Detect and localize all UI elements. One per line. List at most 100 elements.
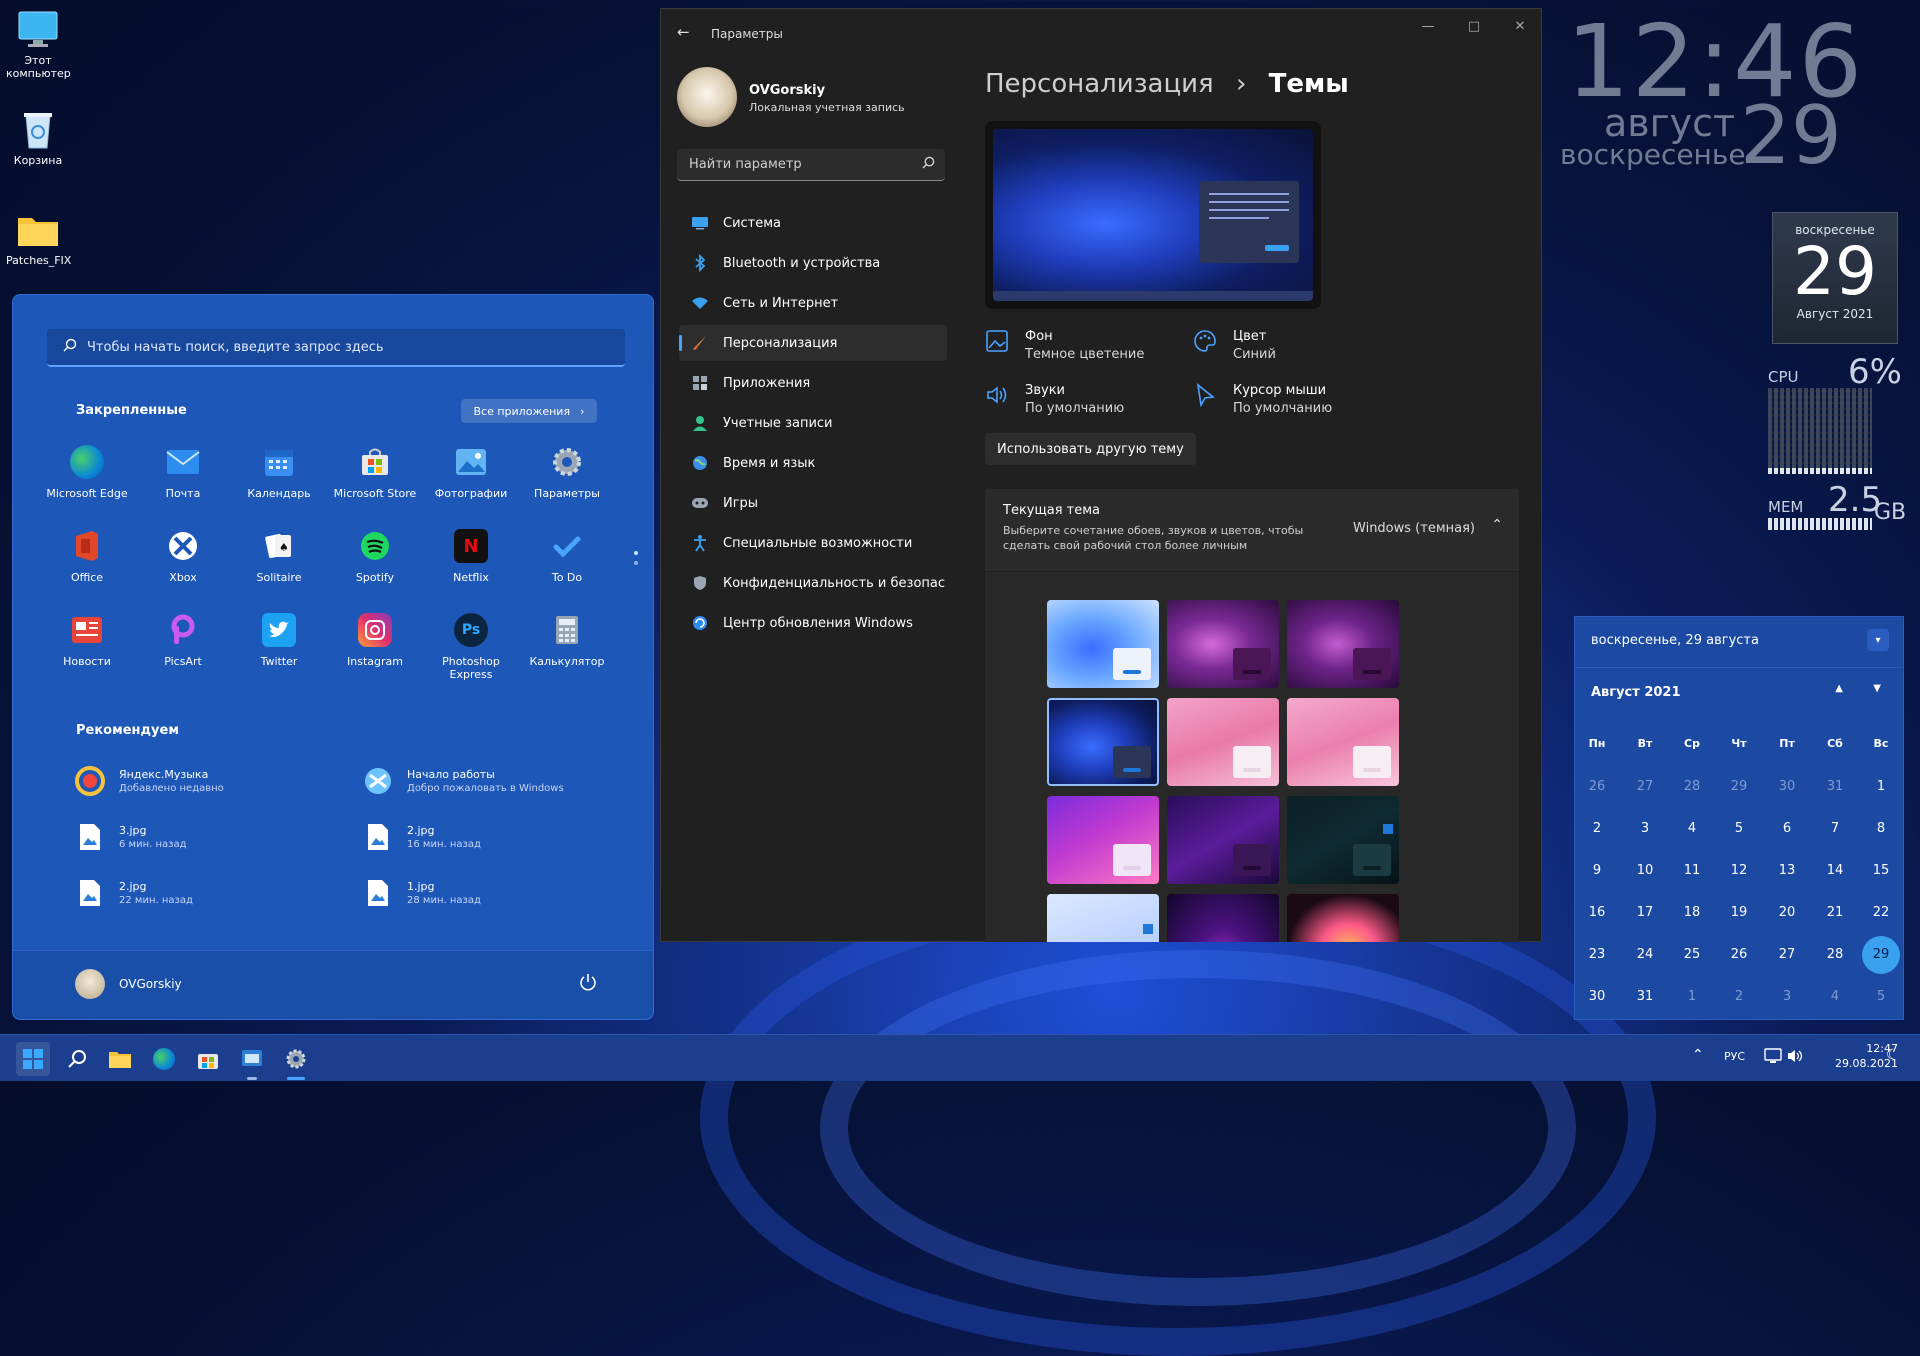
theme-tile[interactable] [1287, 698, 1399, 786]
pinned-app-mail[interactable]: Почта [135, 445, 231, 500]
pinned-app-calculator[interactable]: Калькулятор [519, 613, 615, 668]
theme-tile[interactable] [1167, 600, 1279, 688]
back-arrow-icon[interactable]: ← [677, 23, 690, 41]
pinned-app-store[interactable]: Microsoft Store [327, 445, 423, 500]
theme-tile[interactable] [1047, 600, 1159, 688]
calendar-day[interactable]: 24 [1625, 947, 1665, 962]
nav-item-apps[interactable]: Приложения [679, 365, 947, 401]
option-sounds[interactable]: Звуки По умолчанию [985, 383, 1124, 416]
use-other-theme-button[interactable]: Использовать другую тему [985, 433, 1196, 465]
pinned-app-calendar[interactable]: Календарь [231, 445, 327, 500]
calendar-day[interactable]: 11 [1672, 863, 1712, 878]
pinned-app-picsart[interactable]: PicsArt [135, 613, 231, 668]
calendar-day[interactable]: 9 [1577, 863, 1617, 878]
calendar-day[interactable]: 2 [1719, 989, 1759, 1004]
calendar-prev-button[interactable]: ▲ [1835, 683, 1843, 694]
recommended-item[interactable]: 3.jpg 6 мин. назад [75, 821, 335, 853]
theme-tile[interactable] [1287, 894, 1399, 942]
all-apps-button[interactable]: Все приложения › [461, 399, 597, 423]
calendar-day[interactable]: 16 [1577, 905, 1617, 920]
calendar-month[interactable]: Август 2021 [1591, 685, 1681, 700]
nav-item-time-language[interactable]: Время и язык [679, 445, 947, 481]
calendar-day[interactable]: 20 [1767, 905, 1807, 920]
theme-tile[interactable] [1047, 894, 1159, 942]
calendar-day[interactable]: 18 [1672, 905, 1712, 920]
option-background[interactable]: Фон Темное цветение [985, 329, 1144, 362]
taskbar-search-button[interactable] [60, 1042, 94, 1076]
pinned-app-xbox[interactable]: Xbox [135, 529, 231, 584]
pinned-app-photoshop[interactable]: Ps Photoshop Express [423, 613, 519, 681]
calendar-day[interactable]: 28 [1815, 947, 1855, 962]
calendar-day[interactable]: 27 [1767, 947, 1807, 962]
taskbar-explorer-button[interactable] [103, 1042, 137, 1076]
theme-tile[interactable] [1167, 698, 1279, 786]
calendar-day-today[interactable]: 29 [1862, 936, 1900, 974]
calendar-day[interactable]: 25 [1672, 947, 1712, 962]
pinned-app-instagram[interactable]: Instagram [327, 613, 423, 668]
pinned-app-office[interactable]: Office [39, 529, 135, 584]
calendar-day[interactable]: 31 [1815, 779, 1855, 794]
calendar-day[interactable]: 4 [1815, 989, 1855, 1004]
power-icon[interactable] [579, 973, 597, 995]
nav-item-system[interactable]: Система [679, 205, 947, 241]
desktop-icon-this-pc[interactable]: Этот компьютер [6, 10, 71, 80]
settings-avatar[interactable] [677, 67, 737, 127]
theme-tile[interactable] [1047, 796, 1159, 884]
calendar-day[interactable]: 8 [1861, 821, 1901, 836]
taskbar-store-button[interactable] [191, 1042, 225, 1076]
nav-item-windows-update[interactable]: Центр обновления Windows [679, 605, 947, 641]
calendar-day[interactable]: 12 [1719, 863, 1759, 878]
nav-item-network[interactable]: Сеть и Интернет [679, 285, 947, 321]
pinned-app-photos[interactable]: Фотографии [423, 445, 519, 500]
theme-tile[interactable] [1287, 600, 1399, 688]
calendar-day[interactable]: 27 [1625, 779, 1665, 794]
desktop-icon-recycle-bin[interactable]: Корзина [6, 110, 70, 167]
nav-item-accounts[interactable]: Учетные записи [679, 405, 947, 441]
calendar-day[interactable]: 4 [1672, 821, 1712, 836]
theme-tile[interactable] [1167, 796, 1279, 884]
calendar-day[interactable]: 5 [1719, 821, 1759, 836]
calendar-day[interactable]: 13 [1767, 863, 1807, 878]
calendar-day[interactable]: 3 [1767, 989, 1807, 1004]
pinned-app-solitaire[interactable]: ♠ Solitaire [231, 529, 327, 584]
network-monitor-icon[interactable] [1764, 1048, 1782, 1068]
taskbar-edge-button[interactable] [147, 1042, 181, 1076]
volume-icon[interactable] [1786, 1048, 1804, 1068]
option-color[interactable]: Цвет Синий [1193, 329, 1276, 362]
nav-item-gaming[interactable]: Игры [679, 485, 947, 521]
pinned-page-indicator[interactable] [634, 551, 640, 565]
recommended-item[interactable]: 1.jpg 28 мин. назад [363, 877, 623, 909]
nav-item-personalization[interactable]: Персонализация [679, 325, 947, 361]
calendar-day[interactable]: 21 [1815, 905, 1855, 920]
calendar-day[interactable]: 30 [1577, 989, 1617, 1004]
calendar-day[interactable]: 14 [1815, 863, 1855, 878]
calendar-day[interactable]: 3 [1625, 821, 1665, 836]
recommended-item[interactable]: Яндекс.Музыка Добавлено недавно [75, 765, 335, 797]
minimize-button[interactable]: — [1413, 19, 1443, 34]
calendar-day[interactable]: 15 [1861, 863, 1901, 878]
calendar-day[interactable]: 23 [1577, 947, 1617, 962]
start-search-input[interactable]: Чтобы начать поиск, введите запрос здесь [47, 329, 625, 367]
theme-tile[interactable] [1287, 796, 1399, 884]
calendar-day[interactable]: 2 [1577, 821, 1617, 836]
calendar-day[interactable]: 31 [1625, 989, 1665, 1004]
nav-item-bluetooth[interactable]: Bluetooth и устройства [679, 245, 947, 281]
calendar-collapse-button[interactable]: ▾ [1867, 629, 1889, 651]
taskbar-app-button[interactable] [235, 1042, 269, 1080]
recommended-item[interactable]: Начало работы Добро пожаловать в Windows [363, 765, 623, 797]
pinned-app-edge[interactable]: Microsoft Edge [39, 445, 135, 500]
calendar-day[interactable]: 1 [1672, 989, 1712, 1004]
pinned-app-news[interactable]: Новости [39, 613, 135, 668]
pinned-app-settings[interactable]: Параметры [519, 445, 615, 500]
calendar-day[interactable]: 5 [1861, 989, 1901, 1004]
pinned-app-todo[interactable]: To Do [519, 529, 615, 584]
nav-item-accessibility[interactable]: Специальные возможности [679, 525, 947, 561]
calendar-day[interactable]: 30 [1767, 779, 1807, 794]
option-mouse-cursor[interactable]: Курсор мыши По умолчанию [1193, 383, 1332, 416]
pinned-app-netflix[interactable]: N Netflix [423, 529, 519, 584]
chevron-up-icon[interactable]: ⌃ [1491, 517, 1503, 533]
calendar-day[interactable]: 29 [1719, 779, 1759, 794]
recommended-item[interactable]: 2.jpg 16 мин. назад [363, 821, 623, 853]
calendar-day[interactable]: 19 [1719, 905, 1759, 920]
notifications-moon-icon[interactable]: ☾ [1886, 1047, 1899, 1063]
